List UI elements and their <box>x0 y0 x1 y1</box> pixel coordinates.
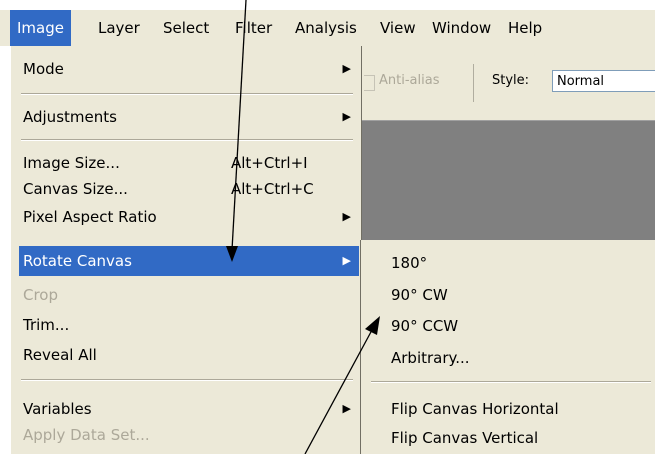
style-label: Style: <box>492 73 530 88</box>
menu-help[interactable]: Help <box>501 10 549 46</box>
options-bar: Anti-alias Style: Normal <box>360 46 655 121</box>
menu-bar: Image Layer Select Filter Analysis View … <box>0 10 655 46</box>
menu-separator <box>21 93 353 95</box>
antialias-checkbox[interactable] <box>364 75 375 91</box>
menu-item-reveal-all[interactable]: Reveal All <box>19 340 359 370</box>
menu-item-trim[interactable]: Trim... <box>19 310 359 340</box>
menu-item-pixel-aspect-ratio[interactable]: Pixel Aspect Ratio ▶ <box>19 202 359 232</box>
menu-window[interactable]: Window <box>425 10 498 46</box>
submenu-item-flip-vertical[interactable]: Flip Canvas Vertical <box>391 423 651 453</box>
canvas-area <box>360 121 655 255</box>
menu-item-label: Mode <box>23 60 64 78</box>
menu-view[interactable]: View <box>373 10 423 46</box>
submenu-item-90-ccw[interactable]: 90° CCW <box>391 311 651 341</box>
menu-filter[interactable]: Filter <box>228 10 279 46</box>
menu-item-label: Pixel Aspect Ratio <box>23 208 157 226</box>
menu-layer[interactable]: Layer <box>91 10 147 46</box>
menu-item-label: Trim... <box>23 316 70 334</box>
submenu-item-arbitrary[interactable]: Arbitrary... <box>391 343 651 373</box>
menu-item-label: Apply Data Set... <box>23 426 150 444</box>
menu-item-adjustments[interactable]: Adjustments ▶ <box>19 102 359 132</box>
menu-separator <box>21 379 353 381</box>
menu-item-crop[interactable]: Crop <box>19 280 359 310</box>
shortcut-label: Alt+Ctrl+C <box>231 180 314 198</box>
menu-item-label: Adjustments <box>23 108 117 126</box>
menu-item-canvas-size[interactable]: Canvas Size... Alt+Ctrl+C <box>19 174 359 204</box>
menu-item-label: Canvas Size... <box>23 180 128 198</box>
menu-image[interactable]: Image <box>10 10 71 46</box>
submenu-arrow-icon: ▶ <box>342 254 351 267</box>
menu-item-label: Reveal All <box>23 346 97 364</box>
rotate-canvas-submenu: 180° 90° CW 90° CCW Arbitrary... Flip Ca… <box>360 240 655 454</box>
submenu-item-flip-horizontal[interactable]: Flip Canvas Horizontal <box>391 394 651 424</box>
menu-item-rotate-canvas[interactable]: Rotate Canvas ▶ <box>19 246 359 276</box>
image-menu: Mode ▶ Adjustments ▶ Image Size... Alt+C… <box>0 46 362 454</box>
submenu-separator <box>371 381 651 383</box>
menu-select[interactable]: Select <box>156 10 216 46</box>
menu-item-label: Crop <box>23 286 59 304</box>
style-select[interactable]: Normal <box>552 70 655 92</box>
menu-item-apply-data-set[interactable]: Apply Data Set... <box>19 420 359 450</box>
submenu-arrow-icon: ▶ <box>342 110 351 123</box>
antialias-label: Anti-alias <box>379 73 440 88</box>
submenu-arrow-icon: ▶ <box>342 210 351 223</box>
options-divider <box>473 64 474 102</box>
menu-analysis[interactable]: Analysis <box>288 10 364 46</box>
submenu-arrow-icon: ▶ <box>342 62 351 75</box>
menu-item-label: Rotate Canvas <box>23 252 132 270</box>
menu-item-mode[interactable]: Mode ▶ <box>19 54 359 84</box>
submenu-item-90-cw[interactable]: 90° CW <box>391 280 651 310</box>
submenu-item-180[interactable]: 180° <box>391 248 651 278</box>
menu-separator <box>21 139 353 141</box>
